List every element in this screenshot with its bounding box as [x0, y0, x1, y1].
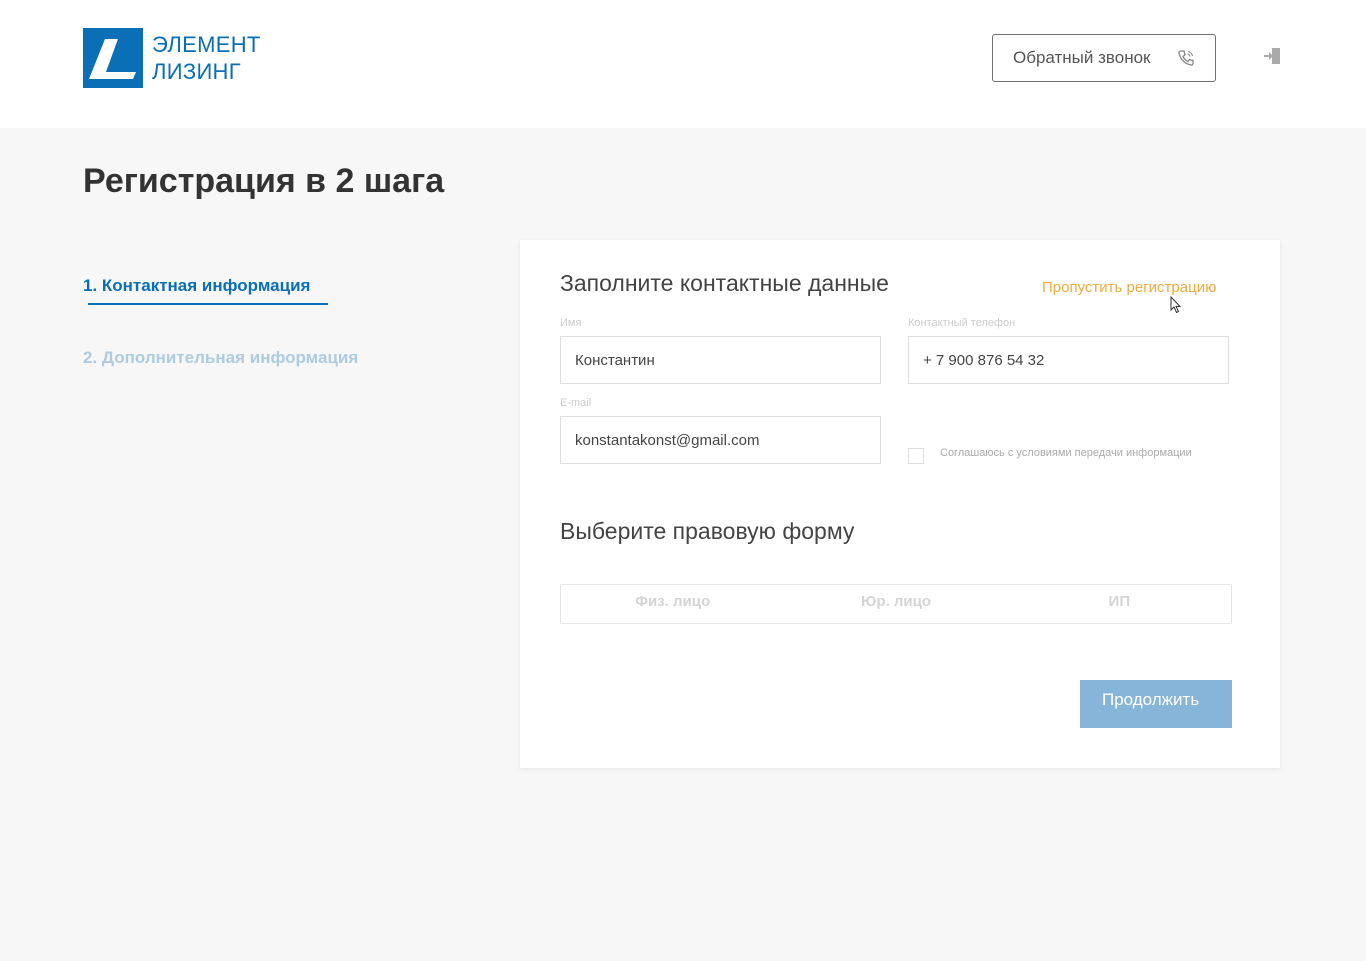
phone-icon: [1178, 50, 1194, 66]
callback-button[interactable]: Обратный звонок: [992, 34, 1216, 82]
header: ЭЛЕМЕНТ ЛИЗИНГ Обратный звонок: [0, 0, 1366, 128]
phone-field-label: Контактный телефон: [908, 317, 1016, 329]
logo[interactable]: ЭЛЕМЕНТ ЛИЗИНГ: [83, 28, 261, 88]
legal-form-section-title: Выберите правовую форму: [560, 518, 855, 544]
login-icon[interactable]: [1263, 46, 1281, 66]
legal-form-entrepreneur[interactable]: ИП: [1008, 585, 1231, 623]
step-additional-info[interactable]: 2. Дополнительная информация: [83, 348, 358, 368]
logo-text: ЭЛЕМЕНТ ЛИЗИНГ: [152, 31, 261, 85]
registration-card: Заполните контактные данные Пропустить р…: [520, 240, 1280, 768]
active-step-underline: [88, 303, 328, 305]
step-contact-info[interactable]: 1. Контактная информация: [83, 276, 310, 296]
page-title: Регистрация в 2 шага: [83, 162, 445, 200]
agree-checkbox-label: Соглашаюсь с условиями передачи информац…: [940, 447, 1192, 459]
skip-registration-link[interactable]: Пропустить регистрацию: [1042, 279, 1216, 296]
name-field-label: Имя: [560, 317, 582, 329]
legal-form-selector: Физ. лицо Юр. лицо ИП: [560, 584, 1232, 624]
mouse-cursor-icon: [1170, 296, 1182, 314]
email-field-label: E-mail: [560, 397, 592, 409]
email-field[interactable]: [560, 416, 881, 464]
logo-text-line1: ЭЛЕМЕНТ: [152, 32, 261, 57]
phone-field[interactable]: [908, 336, 1229, 384]
continue-button[interactable]: Продолжить: [1080, 680, 1232, 728]
agree-checkbox[interactable]: [908, 448, 924, 464]
legal-form-company[interactable]: Юр. лицо: [784, 585, 1007, 623]
name-field[interactable]: [560, 336, 881, 384]
logo-mark-icon: [83, 28, 143, 88]
contacts-section-title: Заполните контактные данные: [560, 270, 889, 296]
legal-form-individual[interactable]: Физ. лицо: [561, 585, 784, 623]
logo-text-line2: ЛИЗИНГ: [152, 59, 241, 84]
callback-button-label: Обратный звонок: [1013, 48, 1151, 67]
